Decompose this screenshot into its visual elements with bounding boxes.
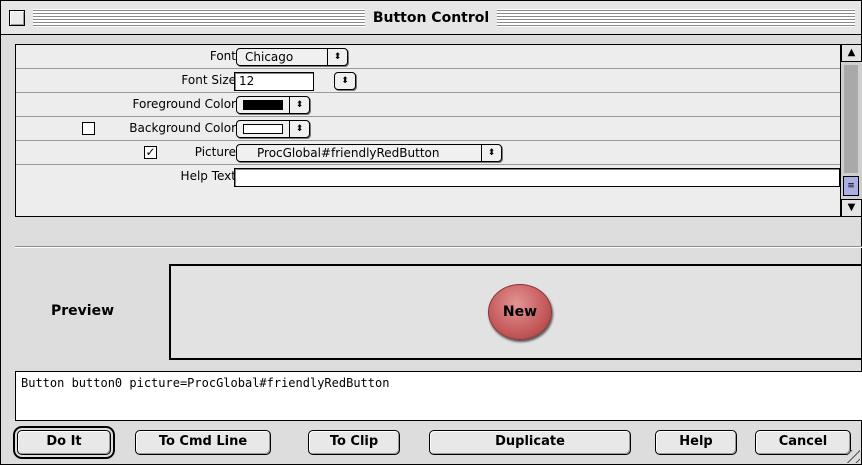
picture-popup[interactable]: ProcGlobal#friendlyRedButton ⬍ [236,144,502,162]
property-panel: Font Chicago ⬍ Font Size 12 ⬍ Foreground… [15,44,862,217]
to-cmd-line-button[interactable]: To Cmd Line [135,430,271,455]
picture-checkbox[interactable]: ✓ [144,146,157,159]
font-popup[interactable]: Chicago ⬍ [236,48,348,66]
button-control-window: Button Control Font Chicago ⬍ Font Size … [0,0,862,465]
font-size-label: Font Size [181,73,236,87]
background-color-swatch [243,124,283,134]
property-panel-scrollbar[interactable]: ▲ ≡ ▼ [840,45,862,216]
separator-line [15,246,862,248]
picture-label: Picture [194,145,236,159]
font-size-field[interactable]: 12 [234,72,314,91]
popup-arrow-icon: ⬍ [289,121,309,137]
prop-row-foreground-color: Foreground Color ⬍ [16,93,840,117]
do-it-button[interactable]: Do It [13,426,115,459]
to-clip-button[interactable]: To Clip [308,430,400,455]
font-popup-value: Chicago [245,50,294,64]
scroll-track[interactable] [844,65,858,173]
background-color-popup[interactable]: ⬍ [236,120,310,138]
title-bar[interactable]: Button Control [1,1,861,35]
prop-row-picture: ✓ Picture ProcGlobal#friendlyRedButton ⬍ [16,141,840,165]
popup-arrow-icon: ⬍ [289,97,309,113]
help-button[interactable]: Help [655,430,737,455]
scroll-thumb[interactable]: ≡ [843,176,859,196]
help-text-label: Help Text [180,169,236,183]
scroll-up-icon[interactable]: ▲ [841,45,862,62]
font-label: Font [209,49,236,63]
popup-arrow-icon: ⬍ [341,76,349,86]
popup-arrow-icon: ⬍ [327,49,347,65]
prop-row-help-text: Help Text [16,165,840,189]
font-size-popup[interactable]: ⬍ [334,72,356,90]
preview-label: Preview [51,303,115,319]
foreground-color-label: Foreground Color [132,97,236,111]
duplicate-button[interactable]: Duplicate [429,430,631,455]
command-text-area[interactable]: Button button0 picture=ProcGlobal#friend… [15,371,862,421]
window-title: Button Control [364,8,498,28]
picture-popup-value: ProcGlobal#friendlyRedButton [257,146,440,160]
prop-row-font-size: Font Size 12 ⬍ [16,69,840,93]
preview-new-button[interactable]: New [488,284,552,340]
help-text-field[interactable] [234,168,840,187]
scroll-down-icon[interactable]: ▼ [841,199,862,216]
close-box[interactable] [9,10,25,26]
resize-grip-icon[interactable] [847,450,860,463]
cancel-button[interactable]: Cancel [755,430,851,455]
background-color-checkbox[interactable] [82,122,95,135]
background-color-label: Background Color [129,121,236,135]
foreground-color-swatch [243,100,283,110]
popup-arrow-icon: ⬍ [481,145,501,161]
foreground-color-popup[interactable]: ⬍ [236,96,310,114]
preview-area: New [169,264,862,360]
prop-row-background-color: Background Color ⬍ [16,117,840,141]
prop-row-font: Font Chicago ⬍ [16,45,840,69]
